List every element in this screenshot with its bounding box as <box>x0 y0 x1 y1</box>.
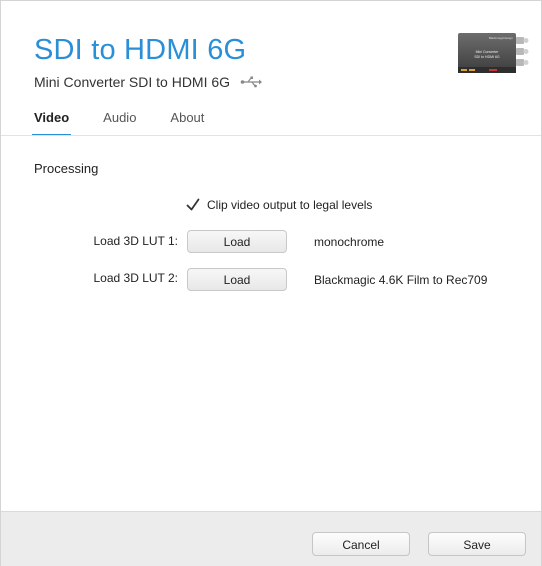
cancel-button[interactable]: Cancel <box>312 532 410 556</box>
usb-icon <box>240 75 263 89</box>
load-lut1-button[interactable]: Load <box>187 230 287 253</box>
tab-divider <box>1 135 541 136</box>
subtitle-row: Mini Converter SDI to HDMI 6G <box>34 74 263 90</box>
tab-bar: Video Audio About <box>31 110 238 136</box>
clip-legal-levels-label: Clip video output to legal levels <box>207 198 373 212</box>
checkmark-icon <box>186 198 200 211</box>
tab-about[interactable]: About <box>170 110 204 133</box>
header: SDI to HDMI 6G Mini Converter SDI to HDM… <box>1 1 541 136</box>
footer-bar: Cancel Save <box>1 511 541 566</box>
device-label-text-1: Mini Converter <box>476 50 500 54</box>
clip-legal-levels-checkbox[interactable]: Clip video output to legal levels <box>185 197 372 213</box>
device-image: Blackmagicdesign Mini Converter SDI to H… <box>455 27 530 79</box>
lut2-label: Load 3D LUT 2: <box>93 271 179 285</box>
load-lut2-button[interactable]: Load <box>187 268 287 291</box>
lut2-value: Blackmagic 4.6K Film to Rec709 <box>314 273 488 287</box>
lut1-label: Load 3D LUT 1: <box>93 234 179 248</box>
lut1-value: monochrome <box>314 235 385 249</box>
save-button[interactable]: Save <box>428 532 526 556</box>
tab-video[interactable]: Video <box>31 110 72 136</box>
tab-audio[interactable]: Audio <box>103 110 136 133</box>
device-brand-text: Blackmagicdesign <box>489 36 514 40</box>
page-title: SDI to HDMI 6G <box>34 34 247 66</box>
section-title-processing: Processing <box>34 161 99 176</box>
device-subtitle: Mini Converter SDI to HDMI 6G <box>34 74 231 90</box>
device-label-text-2: SDI to HDMI 6G <box>474 55 500 59</box>
settings-window: SDI to HDMI 6G Mini Converter SDI to HDM… <box>0 0 542 566</box>
